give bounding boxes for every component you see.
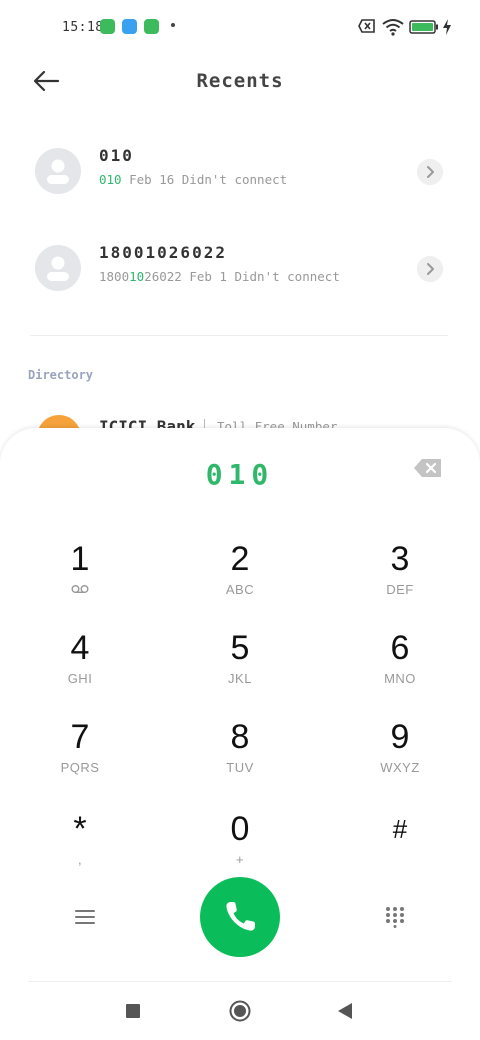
- recent-call-info: 26022 Feb 1 Didn't connect: [144, 269, 340, 284]
- phone-icon: [226, 902, 255, 931]
- key-digit: 9: [390, 718, 410, 756]
- dialer-panel: 010 1 2 ABC 3 DEF 4 GHI 5 JKL 6 MNO 7 PQ…: [0, 428, 480, 1040]
- dial-key-2[interactable]: 2 ABC: [180, 540, 300, 620]
- key-digit: 7: [70, 718, 90, 756]
- dial-key-5[interactable]: 5 JKL: [180, 629, 300, 709]
- more-notifications-dot: [171, 23, 175, 27]
- key-letters: ABC: [225, 582, 255, 597]
- recent-call-match: 10: [129, 269, 145, 284]
- key-letters: TUV: [226, 760, 254, 775]
- menu-icon[interactable]: [74, 908, 96, 926]
- key-letters: WXYZ: [380, 760, 420, 775]
- person-icon: [47, 256, 69, 281]
- key-digit: #: [392, 814, 408, 844]
- dialpad-icon[interactable]: [385, 906, 405, 928]
- weather-notification-icon: [122, 19, 137, 34]
- charging-icon: [443, 19, 451, 35]
- recent-call-item[interactable]: 010 010 Feb 16 Didn't connect: [0, 136, 480, 216]
- recent-call-item[interactable]: 18001026022 18001026022 Feb 1 Didn't con…: [0, 233, 480, 313]
- key-digit: 6: [390, 629, 410, 667]
- recent-call-prefix: 1800: [99, 269, 130, 284]
- dial-key-7[interactable]: 7 PQRS: [20, 718, 140, 798]
- app-notification-icon: [100, 19, 115, 34]
- dial-key-8[interactable]: 8 TUV: [180, 718, 300, 798]
- key-digit: *: [73, 810, 87, 848]
- wifi-icon: [382, 19, 404, 36]
- header: Recents: [0, 56, 480, 112]
- call-button[interactable]: [200, 877, 280, 957]
- key-letters: DEF: [386, 582, 414, 597]
- app-notification-icon-2: [144, 19, 159, 34]
- key-letters: +: [235, 852, 245, 867]
- key-digit: 0: [230, 810, 250, 848]
- key-digit: 1: [70, 540, 90, 578]
- dial-key-star[interactable]: * ,: [20, 810, 140, 890]
- divider: [30, 335, 448, 336]
- dial-key-9[interactable]: 9 WXYZ: [340, 718, 460, 798]
- dial-key-6[interactable]: 6 MNO: [340, 629, 460, 709]
- dial-key-hash[interactable]: #: [340, 810, 460, 890]
- section-label-directory: Directory: [28, 368, 94, 382]
- dial-key-1[interactable]: 1: [20, 540, 140, 620]
- status-time: 15:18: [62, 20, 104, 35]
- key-digit: 3: [390, 540, 410, 578]
- status-bar: 15:18: [0, 0, 480, 56]
- key-digit: 2: [230, 540, 250, 578]
- key-digit: 8: [230, 718, 250, 756]
- backspace-icon[interactable]: [413, 458, 443, 478]
- key-digit: 4: [70, 629, 90, 667]
- nav-home-icon[interactable]: [229, 1000, 251, 1022]
- dialed-number-display[interactable]: 010: [0, 458, 480, 491]
- nav-back-icon[interactable]: [337, 1002, 353, 1020]
- dial-key-3[interactable]: 3 DEF: [340, 540, 460, 620]
- chevron-right-icon[interactable]: [417, 159, 443, 185]
- battery-icon: [409, 20, 438, 34]
- recent-call-name: 18001026022: [99, 243, 227, 262]
- recent-call-info: Feb 16 Didn't connect: [121, 172, 288, 187]
- recent-call-details: 18001026022 Feb 1 Didn't connect: [99, 269, 340, 284]
- sim-disabled-icon: [358, 19, 375, 33]
- nav-recents-icon[interactable]: [126, 1004, 140, 1018]
- person-icon: [47, 159, 69, 184]
- page-title: Recents: [196, 70, 284, 92]
- recent-call-name: 010: [99, 146, 134, 165]
- recent-call-match: 010: [99, 172, 122, 187]
- key-letters: PQRS: [60, 760, 100, 775]
- key-letters: ,: [77, 852, 83, 867]
- avatar: [35, 148, 81, 194]
- voicemail-icon: [71, 585, 89, 593]
- recent-call-details: 010 Feb 16 Didn't connect: [99, 172, 287, 187]
- key-letters: GHI: [67, 671, 93, 686]
- dial-key-4[interactable]: 4 GHI: [20, 629, 140, 709]
- avatar: [35, 245, 81, 291]
- divider: [28, 981, 452, 982]
- chevron-right-icon[interactable]: [417, 256, 443, 282]
- key-digit: 5: [230, 629, 250, 667]
- key-letters: JKL: [228, 671, 252, 686]
- key-letters: MNO: [384, 671, 416, 686]
